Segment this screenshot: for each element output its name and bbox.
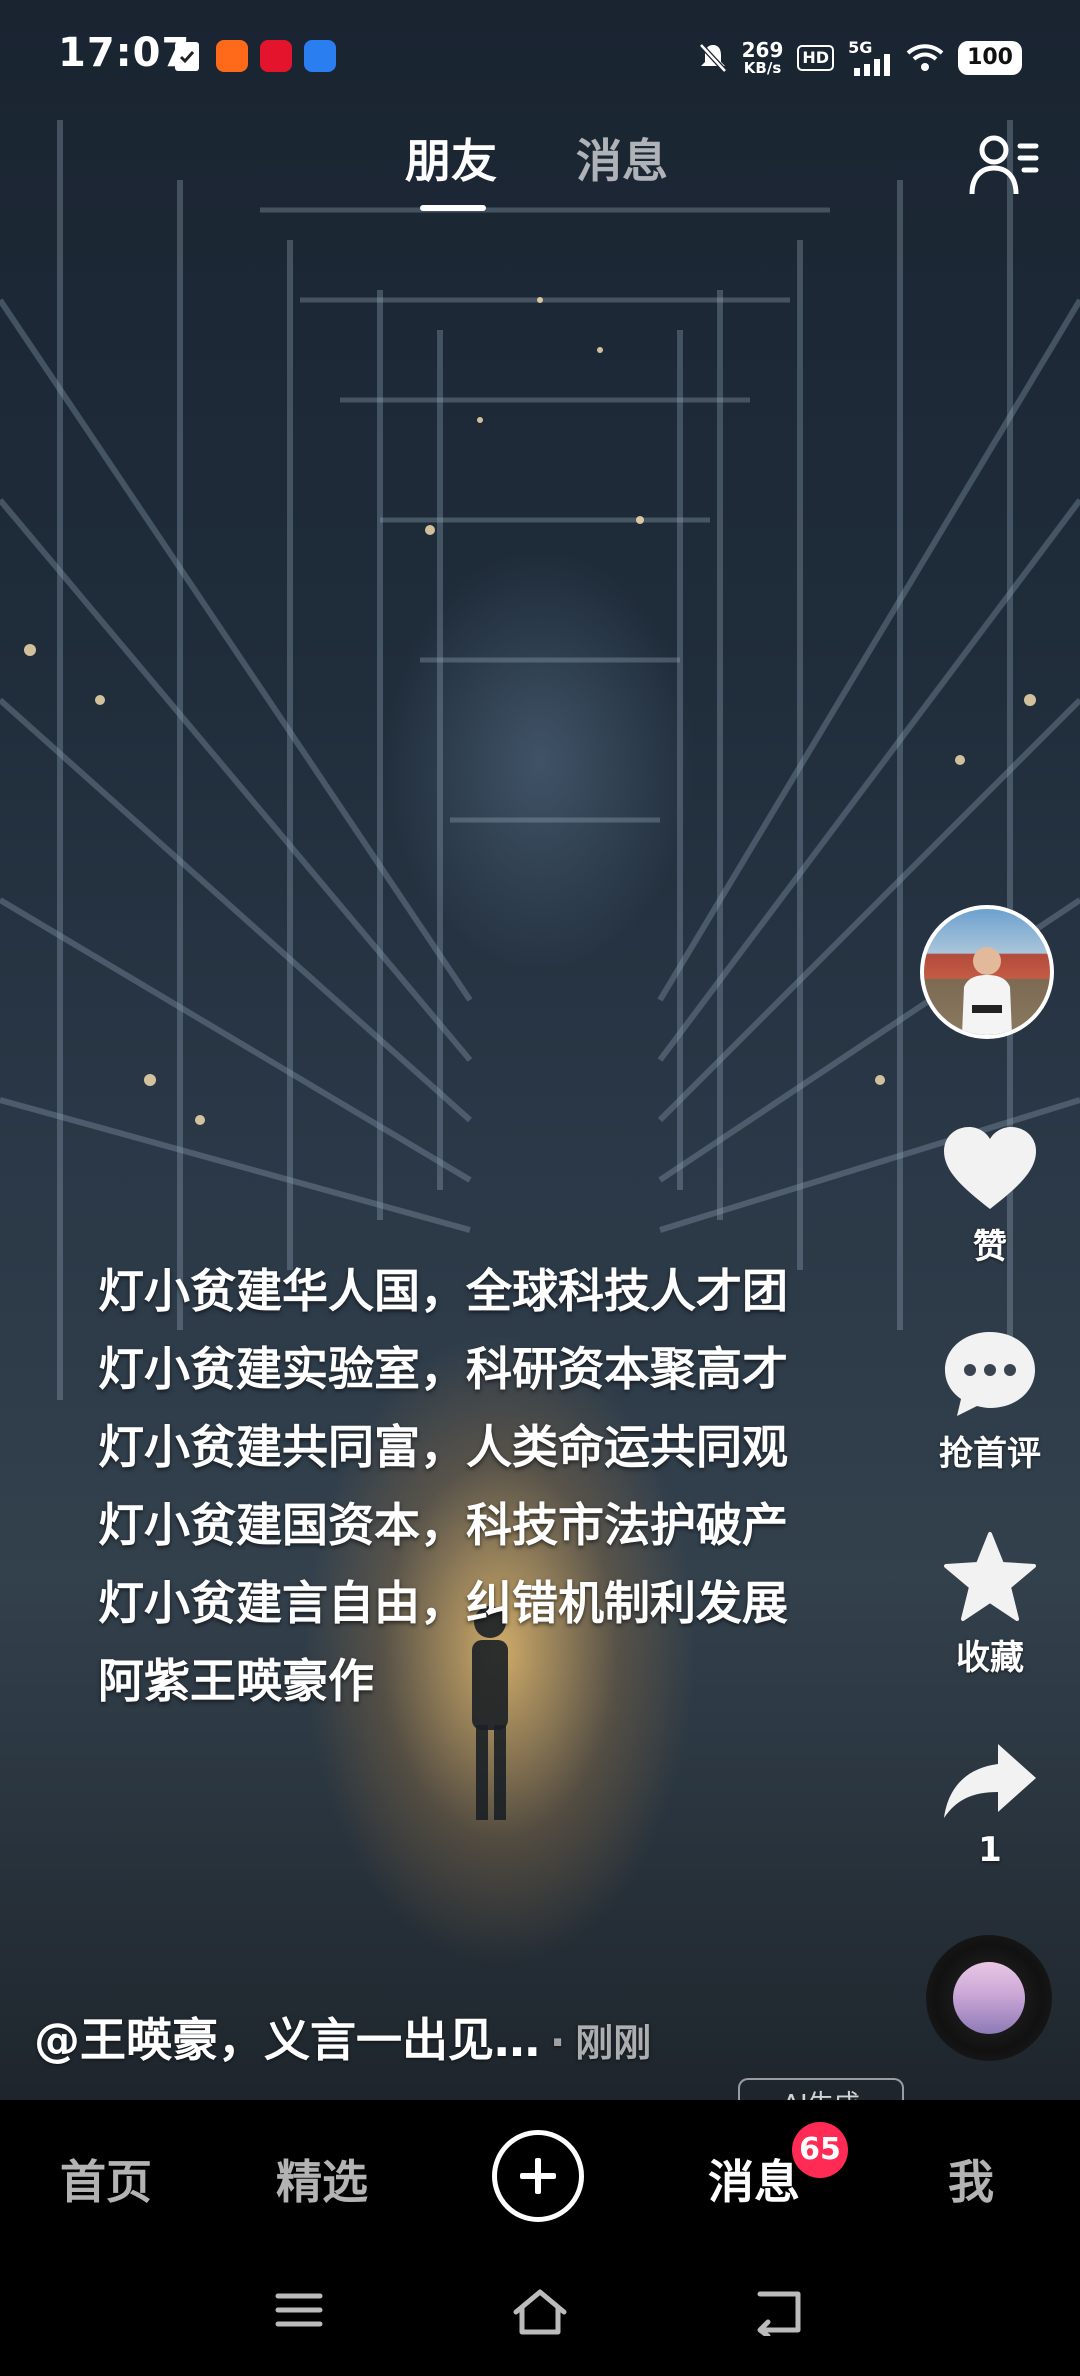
author-avatar[interactable] bbox=[920, 905, 1054, 1039]
poem-line: 灯小贫建言自由，纠错机制利发展 bbox=[98, 1576, 788, 1630]
app-red-heart-icon bbox=[260, 40, 292, 72]
status-indicators: 269 KB/s HD 5G 100 bbox=[698, 36, 1022, 80]
poem-line: 灯小贫建华人国，全球科技人才团 bbox=[98, 1264, 788, 1318]
post-time: 刚刚 bbox=[575, 2021, 652, 2065]
favorite-button[interactable]: 收藏 bbox=[920, 1530, 1060, 1679]
check-clipboard-icon bbox=[175, 42, 199, 71]
poem-author: 阿紫王暎豪作 bbox=[98, 1654, 374, 1708]
like-label: 赞 bbox=[973, 1227, 1007, 1267]
music-cover-icon bbox=[953, 1962, 1025, 2034]
star-icon bbox=[944, 1532, 1036, 1621]
hd-indicator: HD bbox=[797, 45, 835, 71]
heart-icon bbox=[944, 1127, 1036, 1209]
caption-text: @王暎豪，义言一出见… bbox=[34, 2013, 540, 2067]
system-navigation-bar bbox=[0, 2250, 1080, 2376]
video-caption[interactable]: @王暎豪，义言一出见… · 刚刚 bbox=[34, 2004, 651, 2070]
net-speed-value: 269 bbox=[741, 38, 784, 62]
video-text-overlay: 灯小贫建华人国，全球科技人才团 灯小贫建实验室，科研资本聚高才 灯小贫建共同富，… bbox=[98, 1252, 858, 1720]
nav-me[interactable]: 我 bbox=[948, 2146, 994, 2212]
music-disc-button[interactable] bbox=[926, 1935, 1052, 2061]
wifi-icon bbox=[906, 44, 944, 71]
mute-bell-icon bbox=[698, 43, 727, 73]
share-count: 1 bbox=[978, 1830, 1002, 1870]
messages-badge: 65 bbox=[792, 2122, 848, 2178]
share-button[interactable]: 1 bbox=[920, 1740, 1060, 1870]
like-button[interactable]: 赞 bbox=[920, 1125, 1060, 1268]
net-speed-unit: KB/s bbox=[743, 59, 782, 77]
top-tabs: 朋友 消息 bbox=[0, 125, 1080, 225]
nav-featured[interactable]: 精选 bbox=[276, 2146, 368, 2212]
contacts-list-icon[interactable] bbox=[968, 130, 1040, 202]
comment-bubble-icon bbox=[945, 1332, 1035, 1416]
status-bar: 17:07 269 KB/s HD 5G 100 bbox=[0, 0, 1080, 112]
nav-home[interactable]: 首页 bbox=[60, 2146, 152, 2212]
clock: 17:07 bbox=[58, 30, 191, 76]
nav-messages[interactable]: 消息 bbox=[708, 2146, 800, 2212]
video-background bbox=[0, 0, 1080, 2100]
battery-indicator: 100 bbox=[958, 41, 1022, 75]
favorite-label: 收藏 bbox=[956, 1638, 1024, 1678]
poem-line: 灯小贫建共同富，人类命运共同观 bbox=[98, 1420, 788, 1474]
create-post-button[interactable] bbox=[492, 2130, 584, 2222]
sci-fi-corridor-illustration bbox=[0, 120, 1080, 1820]
signal-icon: 5G bbox=[848, 38, 892, 76]
menu-icon[interactable] bbox=[274, 2288, 324, 2332]
home-icon[interactable] bbox=[510, 2288, 570, 2336]
app-blue-icon bbox=[304, 40, 336, 72]
back-icon[interactable] bbox=[752, 2288, 806, 2336]
poem-line: 灯小贫建国资本，科技市法护破产 bbox=[98, 1498, 788, 1552]
avatar-person-image bbox=[962, 947, 1012, 1035]
share-arrow-icon bbox=[944, 1744, 1036, 1818]
comment-button[interactable]: 抢首评 bbox=[920, 1330, 1060, 1475]
caption-separator: · bbox=[550, 2020, 566, 2066]
network-speed: 269 KB/s bbox=[742, 40, 784, 76]
tab-friends[interactable]: 朋友 bbox=[405, 125, 497, 191]
tab-messages[interactable]: 消息 bbox=[576, 125, 668, 191]
poem-line: 灯小贫建实验室，科研资本聚高才 bbox=[98, 1342, 788, 1396]
app-orange-icon bbox=[216, 40, 248, 72]
active-tab-indicator bbox=[420, 205, 486, 211]
comment-label: 抢首评 bbox=[939, 1434, 1041, 1474]
